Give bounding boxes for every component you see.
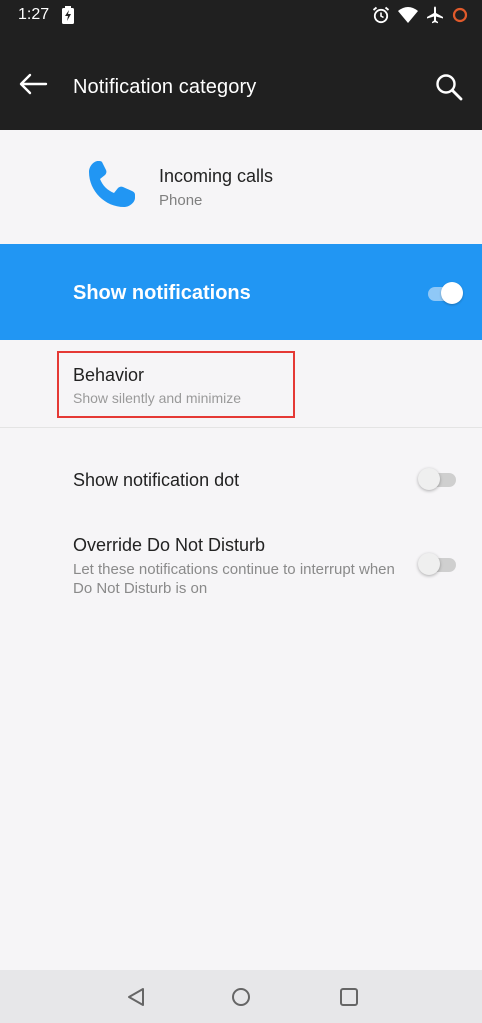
navigation-bar [0,970,482,1023]
switch-thumb [418,553,440,575]
app-header: Incoming calls Phone [0,130,482,244]
notification-dot-title: Show notification dot [73,470,240,490]
battery-charging-icon [62,6,74,24]
airplane-icon [427,6,443,24]
nav-home-icon[interactable] [229,985,253,1009]
notification-dot-row[interactable]: Show notification dot [0,450,482,508]
search-icon[interactable] [434,72,464,102]
page-title: Notification category [73,76,257,98]
app-subtitle: Phone [159,192,203,209]
app-name: Incoming calls [159,166,274,186]
nav-recents-icon[interactable] [337,985,361,1009]
show-notifications-switch[interactable] [424,281,464,305]
show-notifications-label: Show notifications [73,282,251,304]
override-dnd-description: Let these notifications continue to inte… [73,561,395,597]
alarm-icon [372,6,390,24]
phone-icon [89,161,135,207]
behavior-row[interactable]: Behavior Show silently and minimize [0,341,482,428]
status-bar: 1:27 [0,0,482,34]
override-dnd-switch[interactable] [418,552,458,576]
override-dnd-row[interactable]: Override Do Not Disturb Let these notifi… [0,520,482,610]
behavior-title: Behavior [73,365,145,385]
status-icons [372,6,468,24]
switch-thumb [441,282,463,304]
show-notifications-row[interactable]: Show notifications [0,244,482,340]
circle-icon [452,7,468,23]
switch-thumb [418,468,440,490]
back-arrow-icon[interactable] [18,72,48,96]
nav-back-icon[interactable] [124,985,148,1009]
status-time: 1:27 [18,6,50,23]
app-bar: Notification category [0,34,482,130]
behavior-subtitle: Show silently and minimize [73,390,242,406]
wifi-icon [398,7,418,23]
override-dnd-title: Override Do Not Disturb [73,535,266,555]
notification-dot-switch[interactable] [418,467,458,491]
